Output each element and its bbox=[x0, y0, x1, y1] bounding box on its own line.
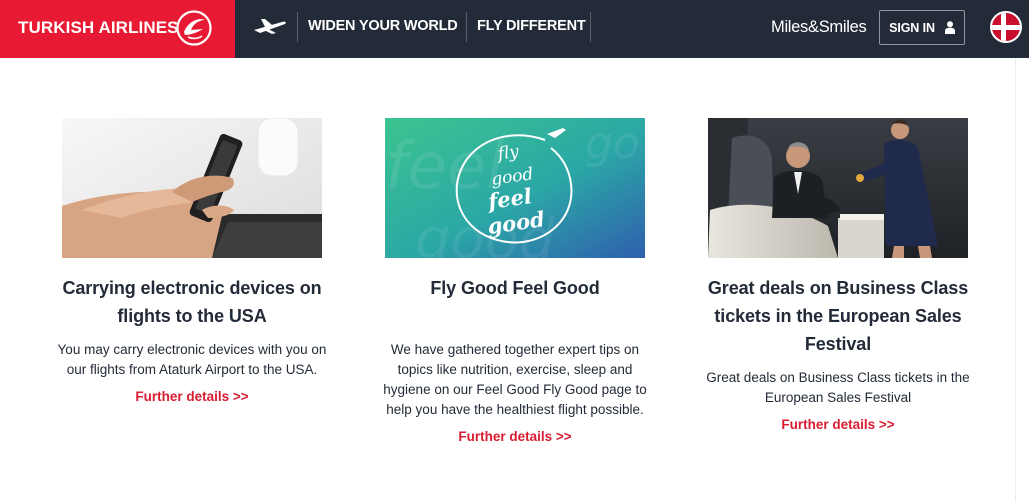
news-card-business-class-deals: Great deals on Business Class tickets in… bbox=[688, 118, 988, 434]
card-title[interactable]: Fly Good Feel Good bbox=[365, 274, 665, 302]
svg-text:go: go bbox=[585, 118, 640, 169]
card-description: We have gathered together expert tips on… bbox=[383, 342, 647, 417]
nav-widen-your-world[interactable]: WIDEN YOUR WORLD bbox=[308, 18, 458, 34]
business-class-cabin-image bbox=[708, 118, 968, 258]
card-title[interactable]: Carrying electronic devices on flights t… bbox=[42, 274, 342, 330]
card-image-phone[interactable] bbox=[62, 118, 322, 258]
sign-in-label: SIGN IN bbox=[889, 20, 935, 35]
nav-divider bbox=[590, 12, 591, 42]
news-card-electronic-devices: Carrying electronic devices on flights t… bbox=[42, 118, 342, 406]
further-details-link[interactable]: Further details >> bbox=[781, 417, 894, 432]
card-image-fly-good[interactable]: feel good go fly good feel good bbox=[385, 118, 645, 258]
image-text-fly: fly bbox=[495, 142, 521, 165]
card-title[interactable]: Great deals on Business Class tickets in… bbox=[688, 274, 988, 358]
further-details-link[interactable]: Further details >> bbox=[458, 429, 571, 444]
scrollbar[interactable] bbox=[1015, 58, 1029, 502]
sign-in-button[interactable]: SIGN IN bbox=[879, 10, 965, 45]
top-navigation-bar: TURKISH AIRLINES WIDEN YOUR WORLD FLY DI… bbox=[0, 0, 1029, 58]
denmark-flag-language-icon[interactable] bbox=[990, 11, 1022, 43]
hand-holding-phone-image bbox=[62, 118, 322, 258]
card-description: Great deals on Business Class tickets in… bbox=[706, 370, 970, 405]
turkish-airlines-logo-icon bbox=[176, 10, 212, 46]
nav-divider bbox=[466, 12, 467, 42]
fly-good-feel-good-logo-image: feel good go fly good feel good bbox=[385, 118, 645, 258]
miles-and-smiles-link[interactable]: Miles&Smiles bbox=[771, 18, 867, 37]
user-icon bbox=[944, 21, 955, 34]
nav-fly-different[interactable]: FLY DIFFERENT bbox=[477, 18, 586, 34]
card-description: You may carry electronic devices with yo… bbox=[57, 342, 327, 377]
further-details-link[interactable]: Further details >> bbox=[135, 389, 248, 404]
airplane-icon bbox=[254, 19, 286, 34]
nav-divider bbox=[297, 12, 298, 42]
brand-name: TURKISH AIRLINES bbox=[18, 18, 179, 37]
brand-home-link[interactable]: TURKISH AIRLINES bbox=[0, 0, 235, 58]
card-image-business-class[interactable] bbox=[708, 118, 968, 258]
news-card-fly-good-feel-good: feel good go fly good feel good Fly Good… bbox=[365, 118, 665, 446]
